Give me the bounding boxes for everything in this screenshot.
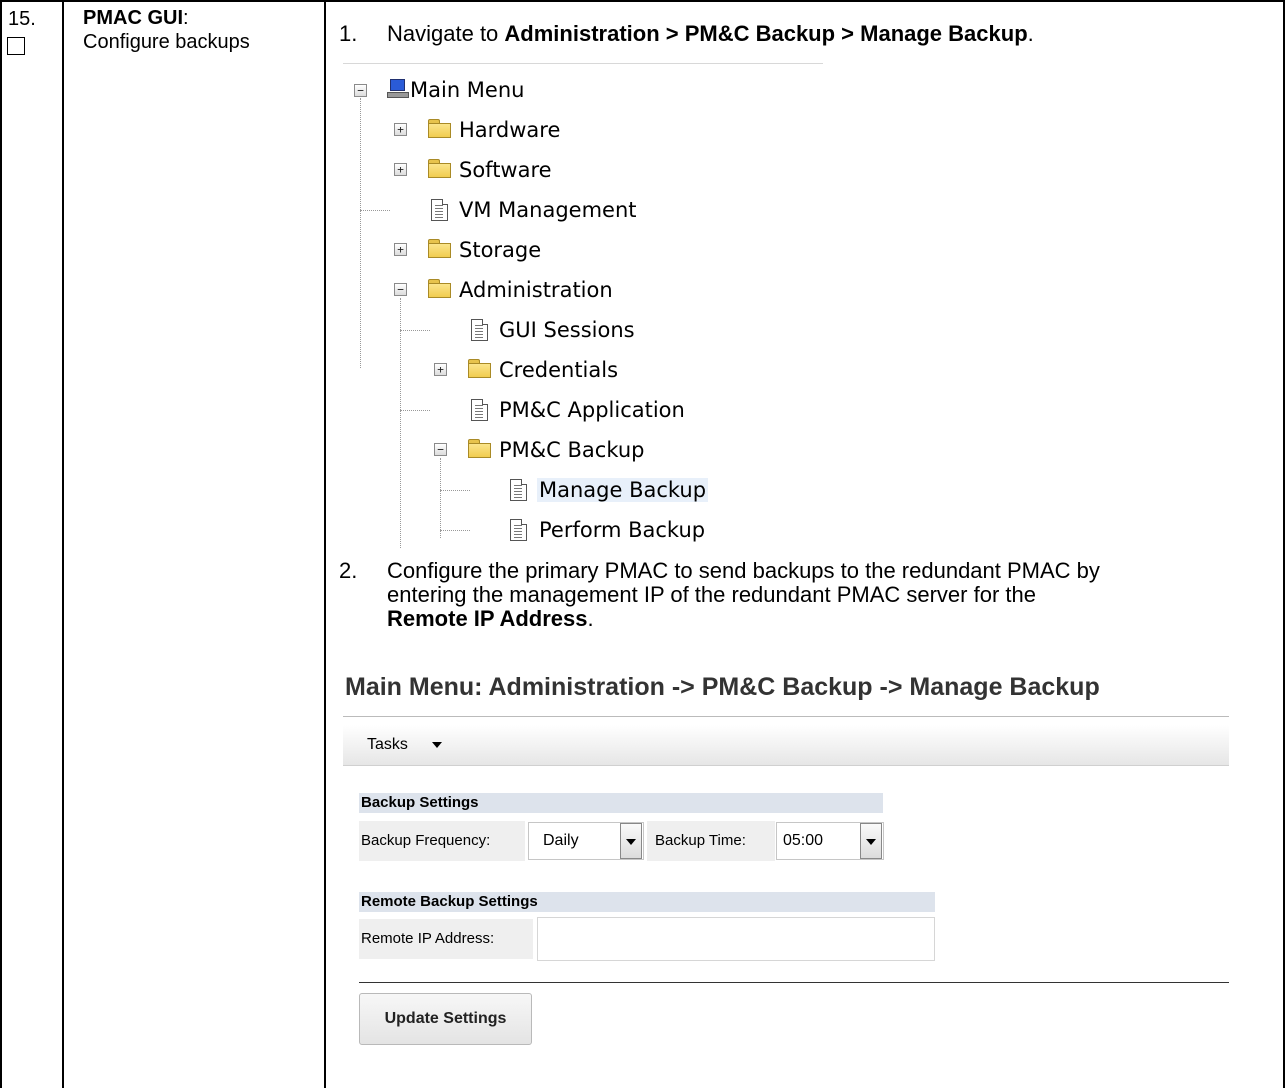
tree-item-vm-management[interactable]: VM Management bbox=[459, 198, 637, 222]
document-icon bbox=[471, 399, 488, 421]
tree-guide bbox=[440, 458, 441, 538]
document-icon bbox=[471, 319, 488, 341]
tree-item-manage-backup[interactable]: Manage Backup bbox=[537, 478, 709, 502]
remote-backup-settings-header: Remote Backup Settings bbox=[359, 892, 935, 912]
chevron-down-icon[interactable] bbox=[620, 823, 642, 859]
step-checkbox[interactable] bbox=[7, 37, 25, 55]
instruction-2-bold: Remote IP Address bbox=[387, 606, 588, 631]
tree-item-software[interactable]: Software bbox=[459, 158, 552, 182]
chevron-down-icon[interactable] bbox=[432, 742, 442, 748]
panel-top-line bbox=[343, 716, 1229, 717]
open-folder-icon bbox=[468, 439, 492, 458]
instruction-1-path: Administration > PM&C Backup > Manage Ba… bbox=[504, 21, 1028, 46]
backup-frequency-label: Backup Frequency: bbox=[359, 821, 525, 861]
open-folder-icon bbox=[428, 279, 452, 298]
table-border-col2 bbox=[324, 0, 326, 1088]
tree-guide bbox=[440, 530, 470, 531]
backup-time-label: Backup Time: bbox=[647, 821, 775, 861]
tree-item-storage[interactable]: Storage bbox=[459, 238, 541, 262]
instruction-1-number: 1. bbox=[339, 21, 358, 46]
chevron-down-icon[interactable] bbox=[860, 823, 882, 859]
expand-icon[interactable]: + bbox=[394, 243, 407, 256]
table-border-top bbox=[0, 0, 1285, 2]
step-number: 15. bbox=[8, 8, 36, 30]
folder-icon bbox=[428, 159, 452, 178]
screenshot-separator bbox=[343, 63, 823, 64]
tree-item-perform-backup[interactable]: Perform Backup bbox=[539, 518, 705, 542]
tree-guide bbox=[400, 298, 401, 548]
instruction-1-text: Navigate to Administration > PM&C Backup… bbox=[387, 22, 1034, 46]
tasks-menu[interactable]: Tasks bbox=[367, 736, 408, 754]
navigation-tree: − Main Menu + Hardware + Software VM Man… bbox=[340, 72, 820, 550]
step-title-bold: PMAC GUI bbox=[83, 7, 183, 29]
instruction-2-line1: Configure the primary PMAC to send backu… bbox=[387, 558, 1100, 583]
folder-icon bbox=[428, 119, 452, 138]
step-title-colon: : bbox=[183, 7, 189, 29]
collapse-icon[interactable]: − bbox=[434, 443, 447, 456]
instruction-2-text: Configure the primary PMAC to send backu… bbox=[387, 559, 1285, 631]
tree-guide bbox=[400, 410, 430, 411]
tree-item-credentials[interactable]: Credentials bbox=[499, 358, 618, 382]
expand-icon[interactable]: + bbox=[394, 163, 407, 176]
computer-icon bbox=[387, 79, 409, 99]
collapse-icon[interactable]: − bbox=[354, 84, 367, 97]
tree-guide bbox=[400, 330, 430, 331]
instruction-2-end: . bbox=[587, 606, 594, 631]
tree-item-pmc-application[interactable]: PM&C Application bbox=[499, 398, 685, 422]
tree-item-pmc-backup[interactable]: PM&C Backup bbox=[499, 438, 644, 462]
step-title: PMAC GUI: Configure backups bbox=[83, 6, 250, 54]
instruction-2-number: 2. bbox=[339, 558, 358, 583]
expand-icon[interactable]: + bbox=[394, 123, 407, 136]
remote-ip-label: Remote IP Address: bbox=[359, 919, 533, 959]
instruction-1-prefix: Navigate to bbox=[387, 21, 505, 46]
tree-guide bbox=[360, 98, 361, 368]
remote-ip-input[interactable] bbox=[537, 917, 935, 961]
tree-guide bbox=[360, 210, 390, 211]
tree-item-gui-sessions[interactable]: GUI Sessions bbox=[499, 318, 635, 342]
table-border-col1 bbox=[62, 0, 64, 1088]
document-icon bbox=[431, 199, 448, 221]
tree-item-administration[interactable]: Administration bbox=[459, 278, 613, 302]
document-icon bbox=[510, 479, 527, 501]
instruction-2-line2: entering the management IP of the redund… bbox=[387, 582, 1036, 607]
folder-icon bbox=[428, 239, 452, 258]
document-icon bbox=[510, 519, 527, 541]
tasks-toolbar: Tasks bbox=[343, 725, 1229, 766]
step-subtitle: Configure backups bbox=[83, 31, 250, 53]
tree-item-main-menu[interactable]: Main Menu bbox=[410, 78, 524, 102]
expand-icon[interactable]: + bbox=[434, 363, 447, 376]
page-title: Main Menu: Administration -> PM&C Backup… bbox=[345, 673, 1100, 701]
backup-settings-header: Backup Settings bbox=[359, 793, 883, 813]
tree-guide bbox=[440, 490, 470, 491]
instruction-1-suffix: . bbox=[1027, 21, 1034, 46]
collapse-icon[interactable]: − bbox=[394, 283, 407, 296]
folder-icon bbox=[468, 359, 492, 378]
update-settings-button[interactable]: Update Settings bbox=[359, 993, 532, 1045]
tree-item-hardware[interactable]: Hardware bbox=[459, 118, 560, 142]
form-divider bbox=[359, 982, 1229, 983]
table-border-left bbox=[0, 0, 2, 1088]
